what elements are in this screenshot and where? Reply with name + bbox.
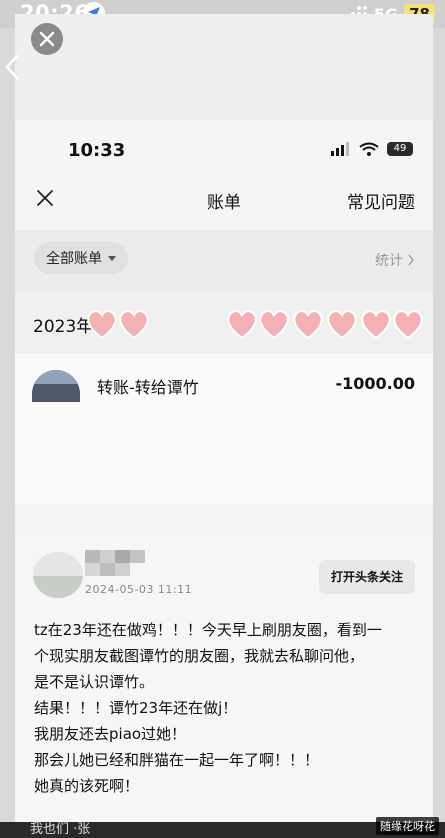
stats-link[interactable]: 统计 <box>375 250 415 270</box>
filter-bar: 全部账单 统计 <box>15 230 433 294</box>
bill-screenshot: 10:33 49 账单 常见问题 全部账单 统计 2023年 转账-转给谭竹 -… <box>15 120 433 540</box>
inner-status-right: 49 <box>331 142 413 156</box>
back-chevron-icon[interactable] <box>3 52 21 82</box>
post-card: 2024-05-03 11:11 打开头条关注 tz在23年还在做鸡！！！今天早… <box>15 536 433 836</box>
user-avatar[interactable] <box>33 552 83 598</box>
chevron-right-icon <box>408 254 414 266</box>
transaction-avatar <box>32 370 80 402</box>
heart-sticker-icon <box>227 310 257 340</box>
inner-time: 10:33 <box>68 140 126 161</box>
heart-sticker-icon <box>361 310 391 340</box>
heart-sticker-icon <box>393 310 423 340</box>
follow-button[interactable]: 打开头条关注 <box>318 560 415 594</box>
transaction-row[interactable]: 转账-转给谭竹 -1000.00 <box>15 354 433 504</box>
wifi-icon <box>359 142 379 156</box>
faq-link[interactable]: 常见问题 <box>347 188 415 213</box>
transaction-amount: -1000.00 <box>335 374 415 393</box>
all-bills-label: 全部账单 <box>46 251 102 267</box>
post-line: 结果！！！谭竹23年还在做j！ <box>34 699 238 717</box>
post-line: tz在23年还在做鸡！！！今天早上刷朋友圈，看到一 <box>34 621 382 639</box>
heart-sticker-icon <box>259 310 289 340</box>
post-line: 我朋友还去piao过她！ <box>34 725 187 743</box>
month-header: 2023年 <box>15 294 433 354</box>
caret-down-icon <box>108 255 116 261</box>
watermark: 随缘花呀花 <box>376 817 439 835</box>
stats-label: 统计 <box>375 253 403 269</box>
transaction-title: 转账-转给谭竹 <box>97 378 199 397</box>
heart-sticker-icon <box>327 310 357 340</box>
post-date: 2024-05-03 11:11 <box>85 583 193 596</box>
close-icon <box>39 31 55 47</box>
post-line: 是不是认识谭竹。 <box>34 673 155 691</box>
all-bills-dropdown[interactable]: 全部账单 <box>34 242 128 274</box>
heart-sticker-icon <box>119 310 149 340</box>
post-body: tz在23年还在做鸡！！！今天早上刷朋友圈，看到一 个现实朋友截图谭竹的朋友圈，… <box>34 617 429 799</box>
post-line: 她真的该死啊！ <box>34 777 140 795</box>
bottom-text: 我也们 ·张 <box>30 822 91 837</box>
post-line: 个现实朋友截图谭竹的朋友圈，我就去私聊问他， <box>34 647 365 665</box>
close-button[interactable] <box>31 23 63 55</box>
heart-stickers <box>85 304 425 344</box>
heart-sticker-icon <box>293 310 323 340</box>
inner-battery: 49 <box>387 142 413 156</box>
heart-sticker-icon <box>87 310 117 340</box>
cell-signal-icon <box>331 142 349 156</box>
username-mosaic <box>85 550 145 576</box>
post-line: 那会儿她已经和胖猫在一起一年了啊！！！ <box>34 751 320 769</box>
